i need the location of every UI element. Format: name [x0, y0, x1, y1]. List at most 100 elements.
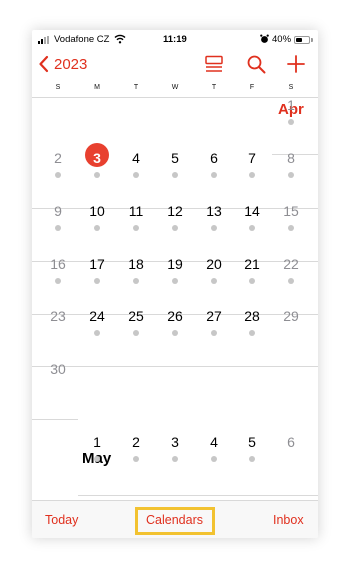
day-number: 26: [167, 308, 183, 324]
day-number: 25: [128, 308, 144, 324]
day-number: 14: [244, 203, 260, 219]
day-cell[interactable]: 5: [157, 150, 193, 190]
weekday-header: S M T W T F S: [32, 82, 318, 98]
day-cell[interactable]: 29: [273, 308, 309, 348]
battery-level: [296, 38, 302, 42]
day-cell[interactable]: 23: [40, 308, 76, 348]
day-cell[interactable]: 4: [196, 434, 232, 474]
add-icon[interactable]: [286, 54, 306, 74]
day-cell[interactable]: 10: [79, 203, 115, 243]
weekday-label: W: [171, 84, 179, 91]
day-cell[interactable]: 7: [234, 150, 270, 190]
event-dot: [133, 278, 139, 284]
day-cell[interactable]: 19: [157, 256, 193, 296]
day-number: 13: [206, 203, 222, 219]
weekday-label: T: [211, 84, 217, 91]
day-number: 24: [89, 308, 105, 324]
day-number: 28: [244, 308, 260, 324]
day-number: 21: [244, 256, 260, 272]
day-number: 4: [132, 150, 140, 166]
day-number: 27: [206, 308, 222, 324]
day-number: 20: [206, 256, 222, 272]
event-dot: [94, 330, 100, 336]
battery-percent: 40%: [272, 34, 292, 45]
carrier-label: Vodafone CZ: [54, 34, 110, 45]
event-dot: [55, 172, 61, 178]
weekday-label: M: [94, 84, 100, 91]
separator-line: [78, 495, 318, 496]
event-dot: [172, 330, 178, 336]
day-cell[interactable]: 22: [273, 256, 309, 296]
list-view-icon[interactable]: [204, 54, 224, 74]
weekday-label: S: [288, 84, 294, 91]
day-cell[interactable]: 14: [234, 203, 270, 243]
day-cell[interactable]: 9: [40, 203, 76, 243]
day-cell[interactable]: 28: [234, 308, 270, 348]
event-dot: [249, 330, 255, 336]
event-dot: [288, 278, 294, 284]
day-cell[interactable]: 1: [273, 97, 309, 137]
alarm-icon: [260, 34, 269, 43]
day-cell[interactable]: 11: [118, 203, 154, 243]
search-icon[interactable]: [246, 54, 266, 74]
day-cell[interactable]: 2: [118, 434, 154, 474]
day-cell[interactable]: 2: [40, 150, 76, 190]
event-dot: [211, 278, 217, 284]
day-cell[interactable]: 24: [79, 308, 115, 348]
event-dot: [133, 225, 139, 231]
event-dot: [211, 456, 217, 462]
event-dot: [172, 225, 178, 231]
back-to-year-button[interactable]: 2023: [38, 53, 87, 75]
day-number: 4: [210, 434, 218, 450]
day-number: 2: [132, 434, 140, 450]
day-cell[interactable]: 4: [118, 150, 154, 190]
day-cell[interactable]: 20: [196, 256, 232, 296]
back-label: 2023: [54, 55, 88, 73]
signal-icon: [38, 36, 52, 44]
status-bar: Vodafone CZ 11:19 40%: [32, 30, 318, 50]
event-dot: [211, 330, 217, 336]
day-number: 1: [287, 97, 295, 113]
day-cell[interactable]: 16: [40, 256, 76, 296]
day-number: 9: [54, 203, 62, 219]
day-cell[interactable]: 12: [157, 203, 193, 243]
day-cell[interactable]: 3: [157, 434, 193, 474]
day-number: 7: [248, 150, 256, 166]
battery-tip: [311, 38, 313, 42]
day-cell[interactable]: 6: [196, 150, 232, 190]
day-number: 8: [287, 150, 295, 166]
day-number: 5: [248, 434, 256, 450]
day-cell[interactable]: 18: [118, 256, 154, 296]
day-cell[interactable]: 30: [40, 361, 76, 401]
day-number: 11: [128, 203, 144, 219]
day-number: 22: [283, 256, 299, 272]
event-dot: [211, 225, 217, 231]
day-cell[interactable]: 25: [118, 308, 154, 348]
day-cell[interactable]: 13: [196, 203, 232, 243]
day-cell[interactable]: 6: [273, 434, 309, 474]
day-cell[interactable]: 1: [79, 434, 115, 474]
phone-screen: Vodafone CZ 11:19 40% 2023 S M T W T F S…: [32, 30, 318, 538]
day-cell[interactable]: 21: [234, 256, 270, 296]
event-dot: [288, 119, 294, 125]
day-number: 17: [89, 256, 105, 272]
chevron-left-icon: [39, 55, 49, 73]
day-cell[interactable]: 15: [273, 203, 309, 243]
day-cell[interactable]: 3: [79, 143, 115, 190]
calendars-button[interactable]: Calendars: [146, 513, 203, 527]
day-cell[interactable]: 8: [273, 150, 309, 190]
day-cell[interactable]: 26: [157, 308, 193, 348]
inbox-button[interactable]: Inbox: [273, 513, 304, 527]
event-dot: [249, 172, 255, 178]
event-dot: [211, 172, 217, 178]
day-cell[interactable]: 17: [79, 256, 115, 296]
day-cell[interactable]: 27: [196, 308, 232, 348]
event-dot: [172, 456, 178, 462]
event-dot: [288, 172, 294, 178]
weekday-label: T: [133, 84, 139, 91]
event-dot: [249, 278, 255, 284]
today-button[interactable]: Today: [45, 513, 78, 527]
weekday-label: F: [249, 84, 255, 91]
day-cell[interactable]: 5: [234, 434, 270, 474]
bottom-toolbar: Today Calendars Inbox: [32, 500, 318, 538]
